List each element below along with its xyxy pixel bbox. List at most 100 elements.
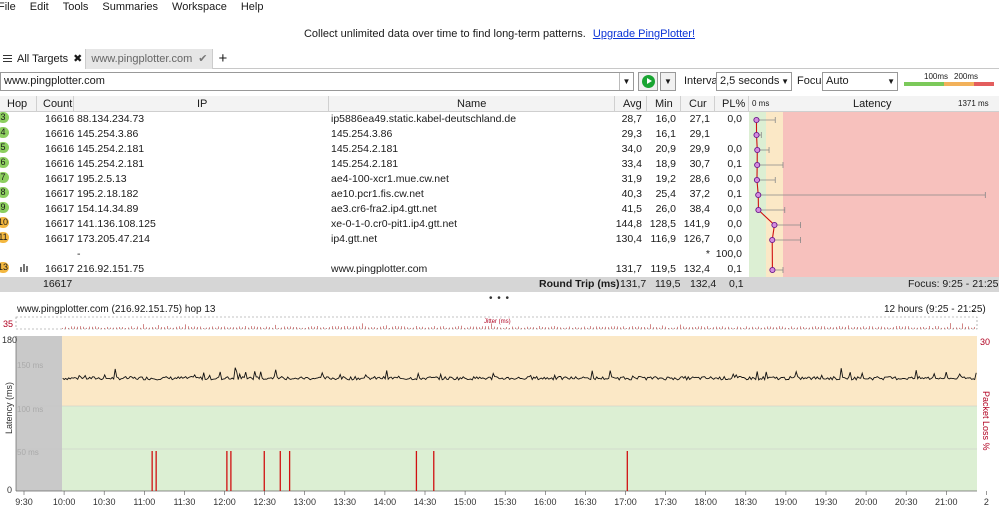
x-tick-label: 21:00 (935, 497, 958, 507)
hop-badge: 3 (0, 112, 9, 123)
cell-avg: 40,3 (621, 188, 642, 200)
cell-min: 119,5 (650, 263, 677, 275)
table-row[interactable]: 5 16616 145.254.2.181 145.254.2.181 34,0 20,9… (0, 142, 749, 157)
cell-cur: 27,1 (689, 113, 710, 125)
x-tick-label: 15:00 (454, 497, 477, 507)
menu-tools[interactable]: Tools (63, 0, 89, 14)
cell-count: 16616 (45, 113, 75, 125)
promo-text: Collect unlimited data over time to find… (303, 28, 586, 40)
cell-pl: 0,1 (727, 188, 742, 200)
table-row[interactable]: 7 16617 195.2.5.13 ae4-100-xcr1.mue.cw.net 3… (0, 172, 749, 187)
start-trace-button[interactable] (638, 72, 658, 91)
table-row[interactable]: 3 16616 88.134.234.73 ip5886ea49.static.kab… (0, 112, 749, 127)
add-tab-button[interactable]: + (218, 50, 227, 68)
grid-header: Hop Count IP Name Avg Min Cur PL% 0 ms L… (0, 96, 999, 112)
y-tick-180: 180 (2, 335, 17, 345)
cell-cur: 141,9 (683, 218, 710, 230)
latency-bar-graph (749, 112, 999, 277)
cell-min: 26,0 (655, 203, 676, 215)
col-avg[interactable]: Avg (623, 96, 642, 112)
menu-edit[interactable]: Edit (30, 0, 49, 14)
cell-count: 16617 (45, 188, 75, 200)
x-tick-label: 13:00 (293, 497, 316, 507)
menu-file[interactable]: File (0, 0, 16, 14)
latency-scale-end: 1371 ms (958, 99, 989, 108)
table-row[interactable]: 8 16617 195.2.18.182 ae10.pcr1.fis.cw.net 40… (0, 187, 749, 202)
hop-badge: 8 (0, 187, 9, 198)
table-row[interactable]: 11 16617 173.205.47.214 ip4.gtt.net 130,4 116… (0, 232, 749, 247)
col-count[interactable]: Count (43, 96, 72, 112)
x-tick-label: 10:00 (53, 497, 76, 507)
cell-name: ip4.gtt.net (331, 233, 378, 245)
table-row[interactable]: 6 16616 145.254.2.181 145.254.2.181 33,4 18,9… (0, 157, 749, 172)
timeline-header: www.pingplotter.com (216.92.151.75) hop … (0, 303, 999, 316)
table-row[interactable]: 9 16617 154.14.34.89 ae3.cr6-fra2.ip4.gtt.n… (0, 202, 749, 217)
cell-pl: 0,0 (727, 143, 742, 155)
col-min[interactable]: Min (655, 96, 673, 112)
cell-avg: 33,4 (621, 158, 642, 170)
rt-cur: 132,4 (690, 278, 717, 290)
cell-avg: 31,9 (621, 173, 642, 185)
interval-value: 2,5 seconds (720, 75, 780, 87)
y-tick-0: 0 (7, 485, 12, 495)
chevron-down-icon[interactable]: ▼ (619, 73, 633, 90)
cell-ip: - (77, 248, 81, 260)
scale-200-label: 200ms (954, 72, 979, 81)
target-address-input[interactable]: www.pingplotter.com ▼ (0, 72, 634, 91)
interval-select[interactable]: 2,5 seconds ▼ (716, 72, 792, 91)
y-axis-label: Latency (ms) (4, 382, 14, 434)
x-tick-label: 15:30 (494, 497, 517, 507)
x-tick-label: 10:30 (93, 497, 116, 507)
table-row[interactable]: 4 16616 145.254.3.86 145.254.3.86 29,3 16,1 29… (0, 127, 749, 142)
tab-all-targets[interactable]: All Targets ✖ (0, 48, 86, 69)
focus-select[interactable]: Auto ▼ (822, 72, 898, 91)
col-ip[interactable]: IP (197, 96, 207, 112)
col-name[interactable]: Name (457, 96, 486, 112)
cell-cur: 29,9 (689, 143, 710, 155)
cell-name: 145.254.3.86 (331, 128, 393, 140)
col-pl[interactable]: PL% (722, 96, 745, 112)
x-tick-label: 12:00 (213, 497, 236, 507)
cell-ip: 145.254.3.86 (77, 128, 139, 140)
table-row[interactable]: - * 100,0 (0, 247, 749, 262)
cell-count: 16616 (45, 128, 75, 140)
trace-grid: Hop Count IP Name Avg Min Cur PL% 0 ms L… (0, 96, 999, 292)
scale-bad-bar (974, 82, 994, 86)
cell-count: 16617 (45, 173, 75, 185)
cell-pl: 100,0 (715, 248, 742, 260)
x-tick-label: 12:30 (253, 497, 276, 507)
play-icon (642, 75, 655, 88)
menu-summaries[interactable]: Summaries (102, 0, 158, 14)
cell-avg: 130,4 (615, 233, 642, 245)
hop-badge: 13 (0, 262, 9, 273)
cell-ip: 88.134.234.73 (77, 113, 145, 125)
x-tick-label: 17:30 (654, 497, 677, 507)
focus-range: Focus: 9:25 - 21:25 (908, 278, 999, 290)
cell-avg: 29,3 (621, 128, 642, 140)
col-hop[interactable]: Hop (7, 96, 27, 112)
target-address-value: www.pingplotter.com (4, 75, 105, 87)
menu-help[interactable]: Help (241, 0, 264, 14)
hop-badge: 6 (0, 157, 9, 168)
timeline-title: www.pingplotter.com (216.92.151.75) hop … (17, 304, 216, 315)
col-cur[interactable]: Cur (689, 96, 707, 112)
col-latency[interactable]: Latency (853, 96, 892, 112)
cell-ip: 141.136.108.125 (77, 218, 156, 230)
jitter-max-label: 35 (3, 319, 13, 329)
menu-workspace[interactable]: Workspace (172, 0, 227, 14)
tab-target[interactable]: www.pingplotter.com ✔ (85, 48, 214, 69)
cell-min: 128,5 (649, 218, 676, 230)
panel-splitter[interactable]: • • • (0, 294, 999, 304)
table-row[interactable]: 10 16617 141.136.108.125 xe-0-1-0.cr0-pit1.… (0, 217, 749, 232)
range-dropdown-icon[interactable]: ⌄ (970, 303, 977, 316)
tab-target-label: www.pingplotter.com (91, 52, 193, 65)
hop-badge: 5 (0, 142, 9, 153)
cell-min: 19,2 (655, 173, 676, 185)
bar-chart-icon[interactable] (20, 262, 29, 277)
close-icon[interactable]: ✖ (73, 52, 82, 65)
table-row[interactable]: 13 16617 216.92.151.75 www.pingplotter.com 1… (0, 262, 749, 277)
upgrade-link[interactable]: Upgrade PingPlotter! (593, 28, 695, 40)
latency-scale-start: 0 ms (752, 99, 770, 108)
start-options-dropdown[interactable]: ▼ (660, 72, 676, 91)
cell-ip: 145.254.2.181 (77, 158, 145, 170)
